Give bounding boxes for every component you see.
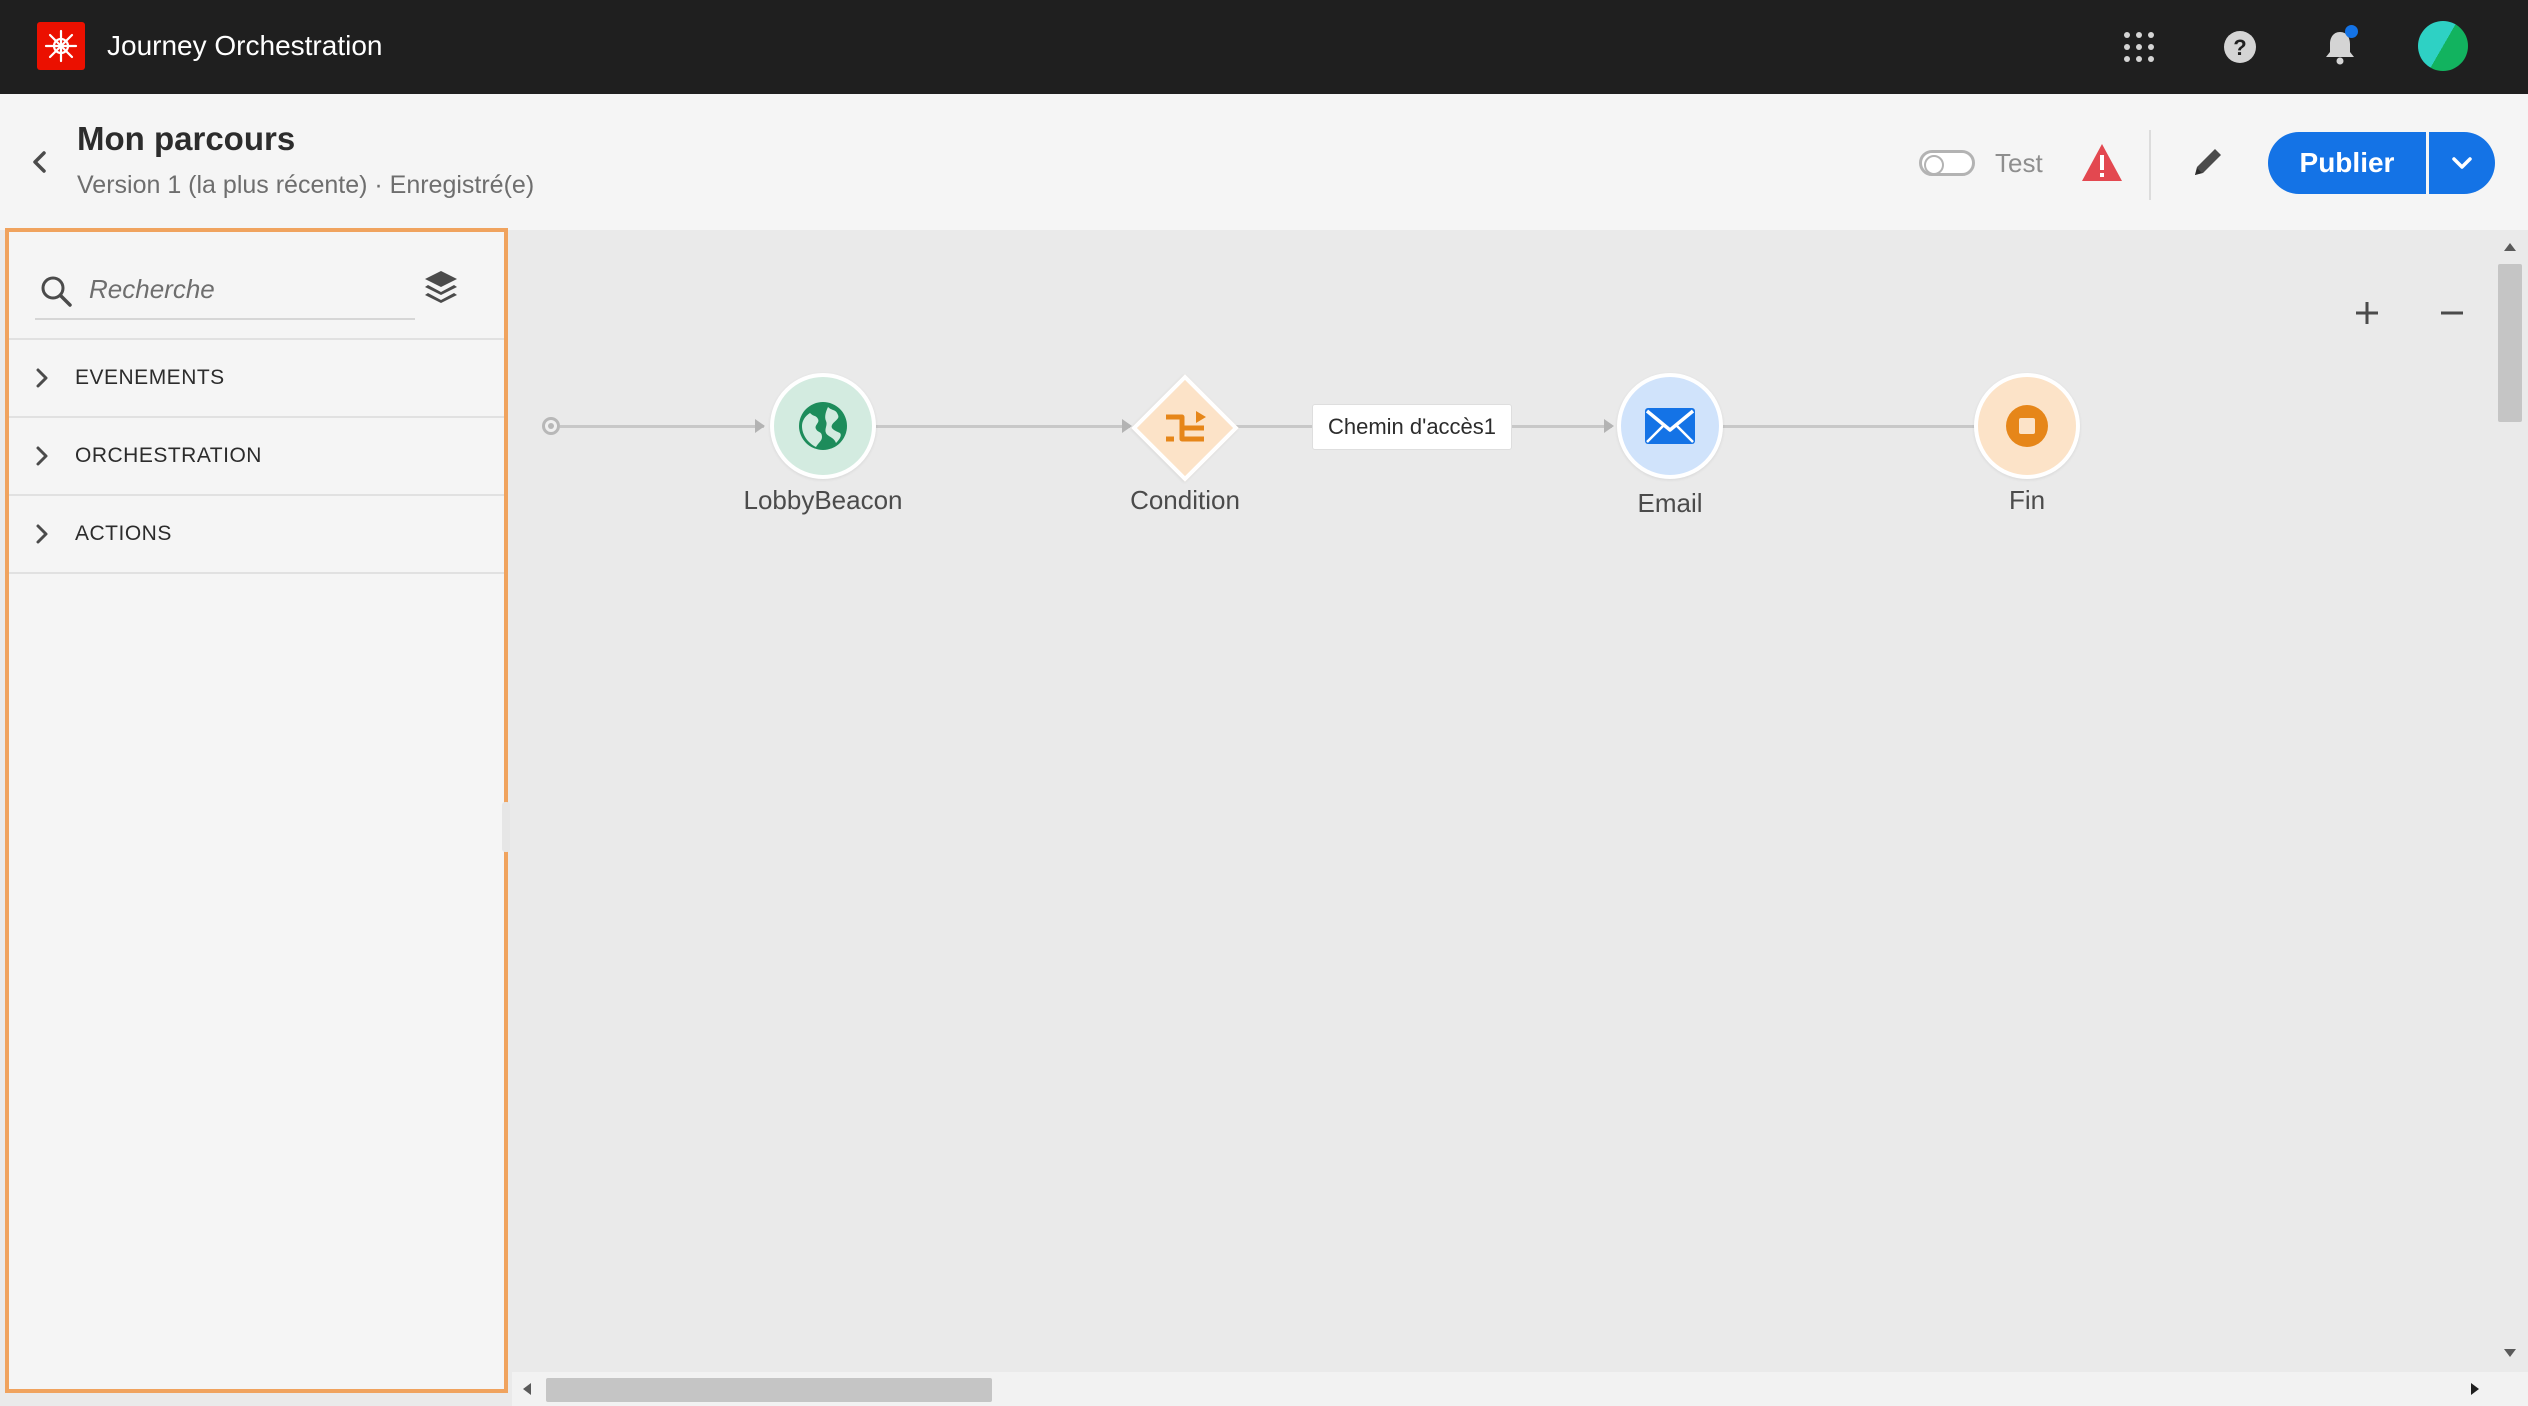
publish-menu-button[interactable] [2429,132,2495,194]
activity-palette: EVENEMENTS ORCHESTRATION ACTIONS [5,228,510,1393]
scroll-left-icon[interactable] [522,1382,532,1396]
chevron-right-icon [35,367,65,389]
connector-line [560,425,764,428]
layers-icon[interactable] [421,266,461,306]
test-toggle-label: Test [1995,148,2043,178]
pencil-icon [2195,149,2221,175]
node-label: LobbyBeacon [743,485,903,515]
vertical-scrollbar[interactable] [2492,230,2528,1372]
journey-canvas[interactable]: LobbyBeacon Condition Chemin d'accès1 Em… [512,230,2492,1372]
bell-icon[interactable] [2315,22,2365,72]
scroll-up-icon[interactable] [2503,242,2517,252]
palette-section-label: EVENEMENTS [75,366,225,389]
edit-properties-button[interactable] [2186,140,2230,184]
chevron-right-icon [35,523,65,545]
stop-icon [2006,405,2048,447]
scroll-right-icon[interactable] [2470,1382,2480,1396]
node-label: Condition [1130,485,1240,515]
connector-line [1512,425,1612,428]
horizontal-scroll-thumb[interactable] [546,1378,992,1402]
journey-header: Mon parcours Version 1 (la plus récente)… [0,94,2528,230]
minus-icon [2441,311,2463,315]
svg-text:?: ? [2233,35,2246,60]
node-label: Email [1637,488,1703,518]
palette-section-orchestration[interactable]: ORCHESTRATION [9,418,504,494]
connector-line [1234,425,1312,428]
palette-section-evenements[interactable]: EVENEMENTS [9,340,504,416]
palette-search [35,262,415,320]
connector-arrow [755,419,765,433]
globe-icon [799,402,847,450]
connector-line [876,425,1130,428]
plus-icon [2356,302,2378,324]
adobe-logo-icon[interactable] [37,22,85,70]
vertical-scroll-thumb[interactable] [2498,264,2522,422]
horizontal-scrollbar[interactable] [512,1372,2492,1406]
back-button[interactable] [22,144,58,180]
node-label: Fin [2008,485,2046,515]
zoom-out-button[interactable] [2427,288,2477,338]
palette-section-label: ORCHESTRATION [75,444,262,467]
path-label[interactable]: Chemin d'accès1 [1312,404,1512,450]
chevron-right-icon [35,445,65,467]
header-divider [2149,130,2151,200]
node-lobbybeacon[interactable] [770,373,876,479]
page-title: Mon parcours [77,120,296,157]
apps-grid-icon[interactable] [2114,22,2164,72]
avatar[interactable] [2418,21,2468,71]
search-input[interactable] [89,266,409,312]
palette-section-actions[interactable]: ACTIONS [9,496,504,572]
scrollbar-corner [2492,1372,2528,1406]
palette-section-label: ACTIONS [75,522,172,545]
chevron-down-icon [2452,157,2472,169]
connector-arrow [1122,419,1132,433]
zoom-in-button[interactable] [2342,288,2392,338]
split-path-icon [1160,403,1210,453]
publish-button[interactable]: Publier [2268,132,2426,194]
mail-icon [1645,408,1695,444]
app-title: Journey Orchestration [107,30,383,61]
warning-icon[interactable] [2080,142,2124,184]
node-email[interactable] [1617,373,1723,479]
chevron-left-icon [33,151,46,173]
search-icon [41,276,72,307]
notification-badge [2345,25,2358,38]
node-fin[interactable] [1974,373,2080,479]
palette-resize-handle[interactable] [502,802,510,852]
top-bar: Journey Orchestration ? [0,0,2528,94]
scroll-down-icon[interactable] [2503,1348,2517,1358]
palette-divider [9,572,504,574]
journey-start-point [542,417,560,435]
connector-line [1722,425,1988,428]
help-icon[interactable]: ? [2215,22,2265,72]
test-mode-toggle[interactable] [1919,150,1975,176]
connector-arrow [1604,419,1614,433]
version-status: Version 1 (la plus récente) · Enregistré… [77,171,535,199]
